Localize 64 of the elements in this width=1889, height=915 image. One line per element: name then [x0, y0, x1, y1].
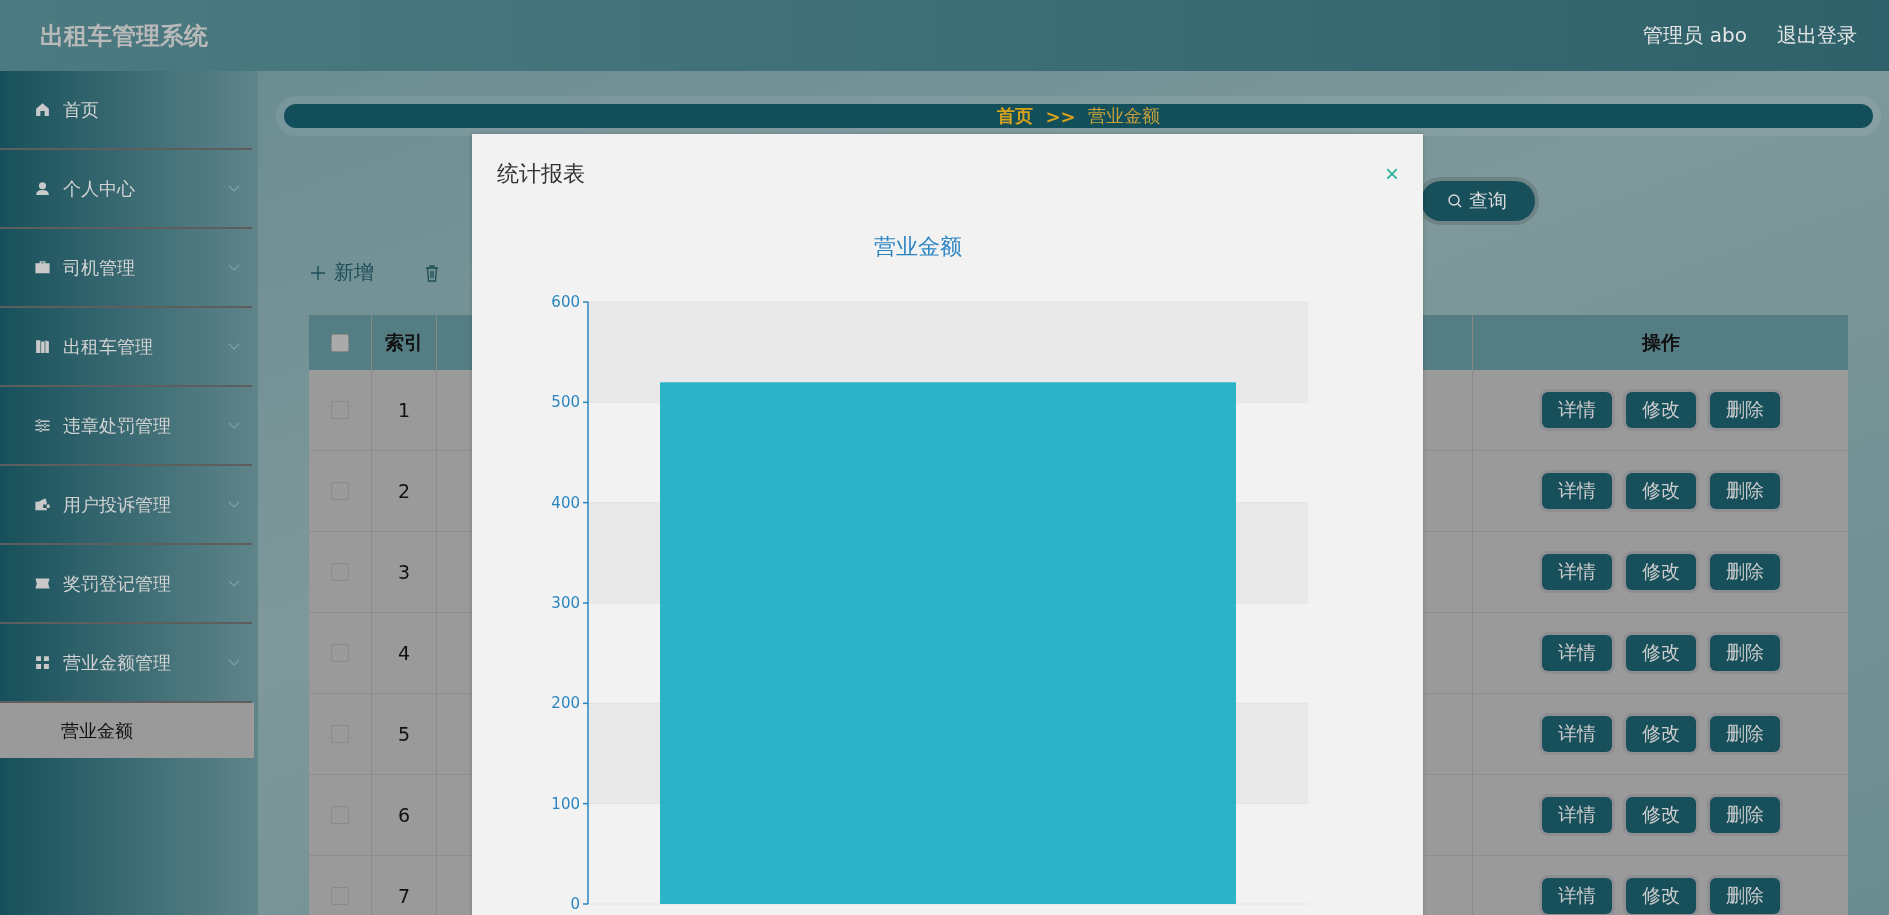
table-cell: 4 — [372, 613, 437, 693]
menu-item-icon — [34, 338, 51, 355]
y-tick-label: 0 — [569, 895, 580, 912]
table-cell: 1 — [372, 370, 437, 450]
row-action-button[interactable]: 详情 — [1541, 635, 1612, 671]
row-action-button[interactable]: 详情 — [1541, 716, 1612, 752]
logout-link[interactable]: 退出登录 — [1777, 22, 1857, 49]
sidebar-item[interactable]: 司机管理 — [0, 229, 252, 308]
y-tick-label: 300 — [550, 594, 580, 612]
row-action-button[interactable]: 删除 — [1709, 554, 1780, 590]
table-cell: 7 — [372, 856, 437, 915]
row-action-button[interactable]: 删除 — [1709, 473, 1780, 509]
menu-item-icon — [34, 180, 51, 197]
breadcrumb-home-link[interactable]: 首页 — [997, 104, 1034, 128]
sidebar-item[interactable]: 奖罚登记管理 — [0, 545, 252, 624]
row-action-button[interactable]: 详情 — [1541, 878, 1612, 914]
table-cell: 6 — [372, 775, 437, 855]
y-tick-label: 600 — [550, 293, 580, 311]
menu-item-icon — [34, 259, 51, 276]
sidebar-item[interactable]: 用户投诉管理 — [0, 466, 252, 545]
row-action-button[interactable]: 详情 — [1541, 797, 1612, 833]
row-action-button[interactable]: 修改 — [1625, 797, 1696, 833]
chart-title: 营业金额 — [873, 233, 962, 261]
row-action-button[interactable]: 修改 — [1625, 635, 1696, 671]
row-action-button[interactable]: 删除 — [1709, 392, 1780, 428]
trash-icon[interactable] — [424, 263, 440, 282]
row-action-button[interactable]: 详情 — [1541, 554, 1612, 590]
app-title: 出租车管理系统 — [40, 20, 208, 52]
y-tick-label: 400 — [550, 493, 580, 512]
y-tick-label: 100 — [550, 794, 580, 813]
table-cell: 3 — [372, 532, 437, 612]
row-action-button[interactable]: 详情 — [1541, 392, 1612, 428]
menu-item-icon — [34, 417, 51, 434]
sidebar-item[interactable]: 违章处罚管理 — [0, 387, 252, 466]
table-cell: 5 — [372, 694, 437, 774]
user-name: 管理员 abo — [1643, 22, 1747, 49]
row-action-button[interactable]: 详情 — [1541, 473, 1612, 509]
dialog-title: 统计报表 — [497, 160, 585, 188]
y-tick-label: 500 — [550, 393, 580, 412]
row-action-button[interactable]: 修改 — [1625, 716, 1696, 752]
sidebar-item[interactable]: 首页 — [0, 71, 252, 150]
breadcrumb-separator: >> — [1045, 105, 1076, 127]
menu-item-icon — [34, 496, 51, 513]
menu-item-icon — [34, 654, 51, 671]
select-all-checkbox[interactable] — [331, 333, 349, 352]
add-button[interactable]: 新增 — [310, 259, 374, 286]
row-action-button[interactable]: 删除 — [1709, 635, 1780, 671]
row-action-button[interactable]: 修改 — [1625, 554, 1696, 590]
menu-item-icon — [34, 101, 51, 118]
breadcrumb-current: 营业金额 — [1087, 104, 1160, 128]
search-icon — [1447, 193, 1463, 209]
submenu-item[interactable]: 营业金额 — [0, 703, 254, 758]
row-action-button[interactable]: 修改 — [1625, 878, 1696, 914]
row-action-button[interactable]: 删除 — [1709, 878, 1780, 914]
table-cell: 2 — [372, 451, 437, 531]
row-action-button[interactable]: 删除 — [1709, 716, 1780, 752]
y-tick-label: 200 — [550, 694, 580, 713]
row-action-button[interactable]: 修改 — [1625, 473, 1696, 509]
sidebar-item[interactable]: 出租车管理 — [0, 308, 252, 387]
row-action-button[interactable]: 修改 — [1625, 392, 1696, 428]
row-action-button[interactable]: 删除 — [1709, 797, 1780, 833]
column-header: 操作 — [1640, 329, 1681, 355]
sidebar-item[interactable]: 个人中心 — [0, 150, 252, 229]
plus-icon — [310, 264, 326, 281]
